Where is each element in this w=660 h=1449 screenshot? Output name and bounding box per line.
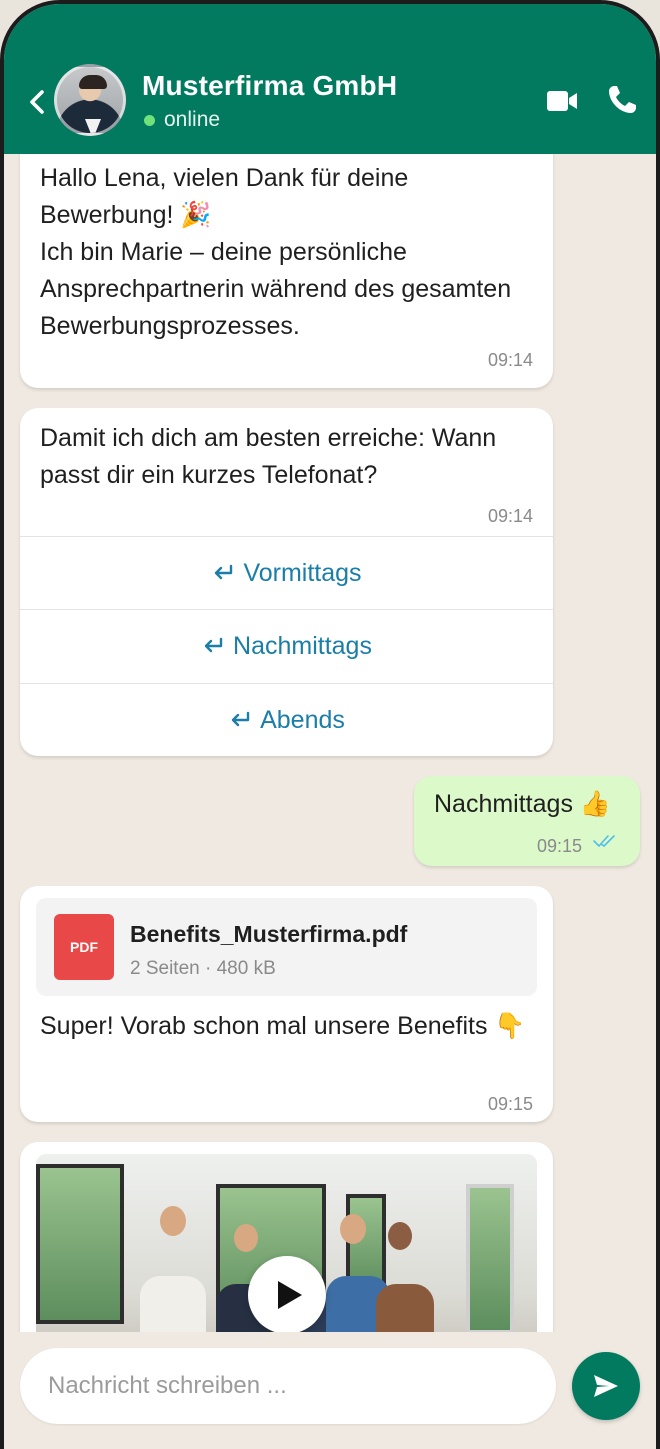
chat-header: Musterfirma GmbH online xyxy=(4,4,656,154)
message-incoming: PDF Benefits_Musterfirma.pdf 2 Seiten · … xyxy=(20,886,553,1122)
message-time: 09:14 xyxy=(487,350,533,370)
message-input[interactable] xyxy=(20,1348,556,1424)
send-button[interactable] xyxy=(572,1352,640,1420)
pdf-icon: PDF xyxy=(54,914,114,980)
file-meta: 2 Seiten · 480 kB xyxy=(130,958,276,979)
quick-reply-label: Vormittags xyxy=(243,558,362,587)
chat-area[interactable]: Hallo Lena, vielen Dank für deine Bewerb… xyxy=(4,154,656,1332)
message-incoming xyxy=(20,1142,553,1332)
contact-status: online xyxy=(144,108,220,132)
phone-frame: Musterfirma GmbH online Hallo Lena, viel… xyxy=(0,0,660,1449)
video-thumbnail[interactable] xyxy=(36,1154,537,1332)
file-attachment[interactable]: PDF Benefits_Musterfirma.pdf 2 Seiten · … xyxy=(36,898,537,996)
status-text: online xyxy=(164,108,221,131)
message-outgoing: Nachmittags 👍 09:15 xyxy=(414,776,640,866)
back-chevron-icon[interactable] xyxy=(24,84,50,120)
quick-reply-nachmittags[interactable]: Nachmittags xyxy=(20,609,553,682)
message-time: 09:15 xyxy=(536,836,582,856)
reply-arrow-icon xyxy=(215,564,233,580)
message-incoming: Hallo Lena, vielen Dank für deine Bewerb… xyxy=(20,154,553,388)
message-text: Nachmittags 👍 xyxy=(434,790,612,818)
quick-reply-abends[interactable]: Abends xyxy=(20,683,553,756)
reply-arrow-icon xyxy=(204,637,223,653)
phone-call-icon[interactable] xyxy=(606,84,638,116)
message-text: Hallo Lena, vielen Dank für deine Bewerb… xyxy=(40,164,512,340)
online-dot-icon xyxy=(144,114,155,126)
video-call-icon[interactable] xyxy=(546,88,578,114)
message-time: 09:14 xyxy=(487,506,533,526)
send-icon xyxy=(594,1375,618,1397)
contact-avatar[interactable] xyxy=(54,64,126,136)
message-text: Super! Vorab schon mal unsere Benefits 👇 xyxy=(40,1012,526,1040)
message-incoming: Damit ich dich am besten erreiche: Wann … xyxy=(20,408,553,756)
message-time: 09:15 xyxy=(487,1094,533,1114)
play-icon xyxy=(277,1281,302,1309)
read-receipt-icon xyxy=(593,835,615,847)
message-text: Damit ich dich am besten erreiche: Wann … xyxy=(40,424,497,489)
quick-reply-vormittags[interactable]: Vormittags xyxy=(20,536,553,609)
quick-reply-label: Nachmittags xyxy=(233,631,372,660)
contact-name[interactable]: Musterfirma GmbH xyxy=(142,70,397,102)
quick-reply-label: Abends xyxy=(260,705,345,734)
file-name: Benefits_Musterfirma.pdf xyxy=(130,921,408,947)
reply-arrow-icon xyxy=(231,711,250,727)
composer-bar xyxy=(4,1332,656,1449)
play-button[interactable] xyxy=(248,1256,326,1332)
